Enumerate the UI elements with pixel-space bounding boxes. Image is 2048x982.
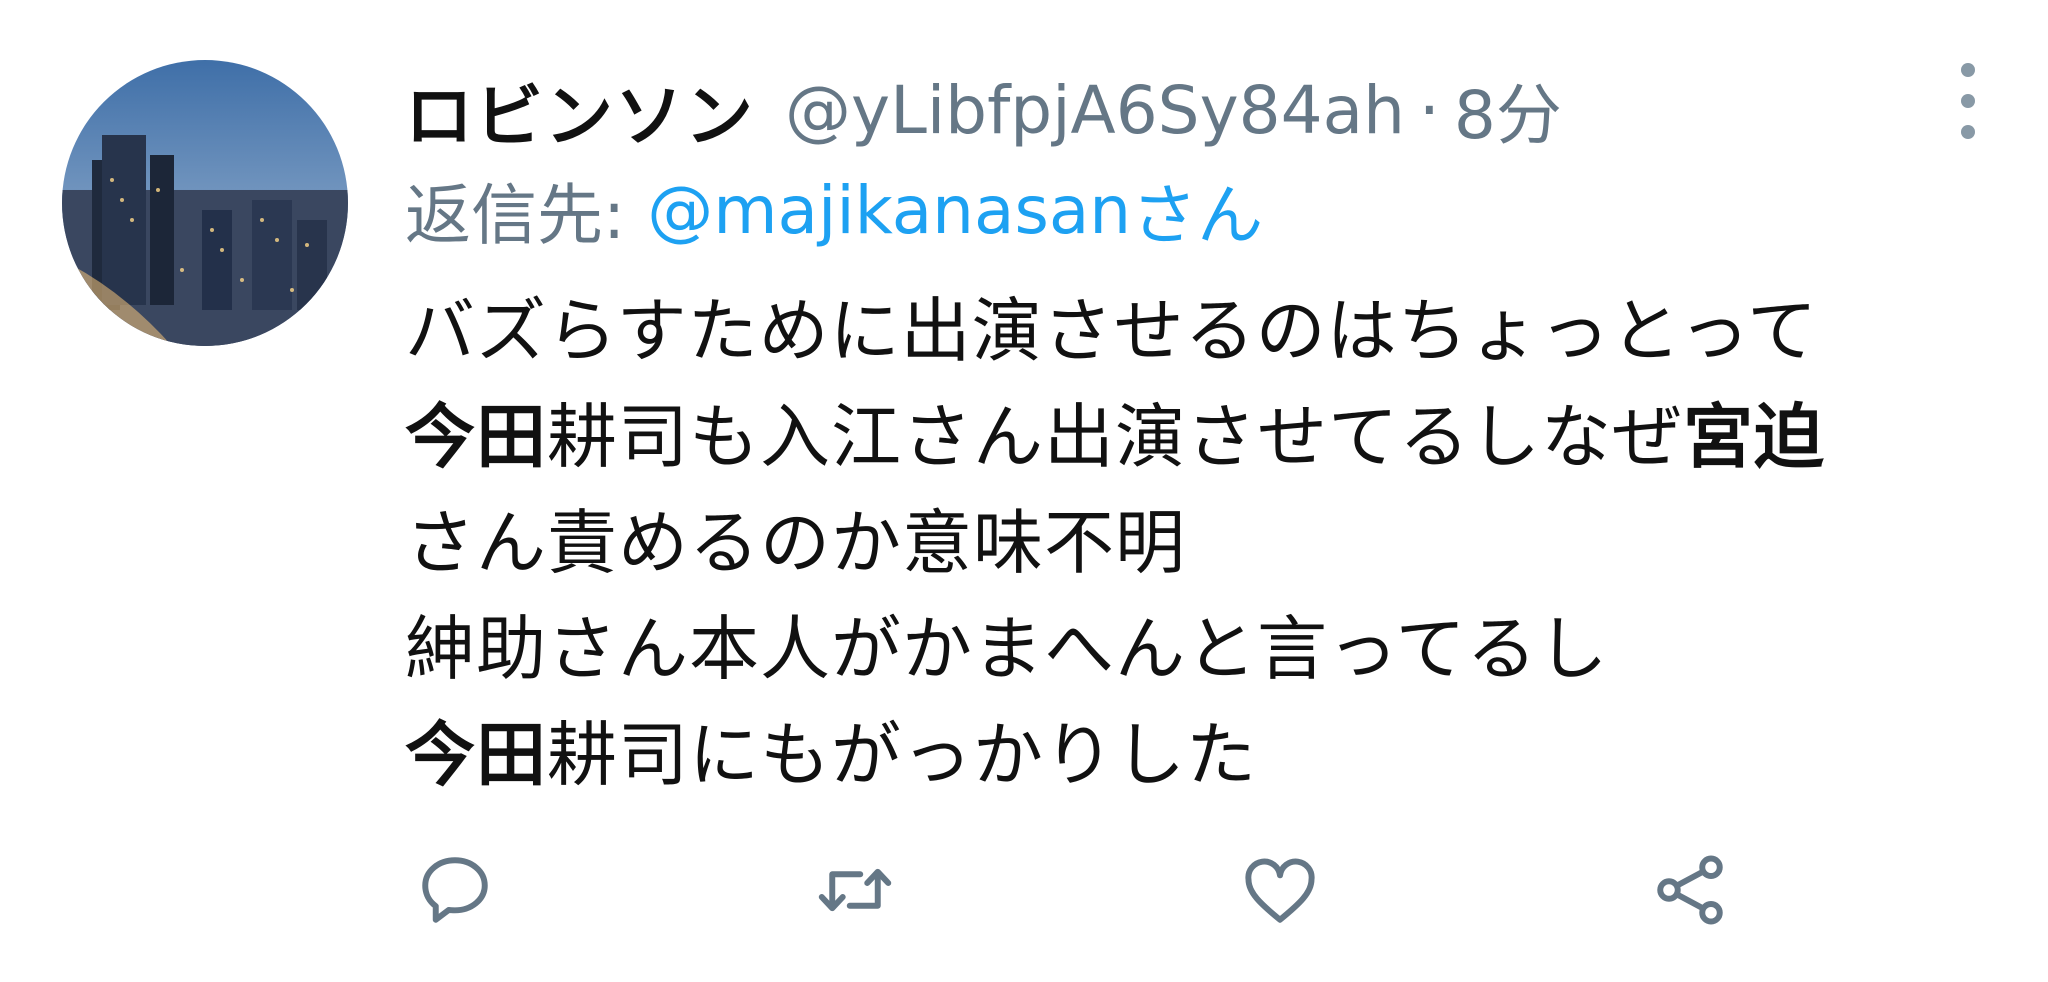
tweet-text: バズらすために出演させるのはちょっとって 今田耕司も入江さん出演させてるしなぜ宮… — [405, 278, 2005, 808]
separator-dot: · — [1418, 71, 1440, 149]
like-button[interactable] — [1230, 840, 1330, 940]
avatar-image — [62, 60, 348, 346]
reply-label: 返信先: — [405, 177, 626, 254]
keyword-highlight: 宮迫 — [1683, 396, 1825, 478]
avatar[interactable] — [62, 60, 348, 346]
reply-icon — [422, 857, 488, 923]
timestamp[interactable]: 8分 — [1454, 62, 1562, 158]
tweet-line-2: 今田耕司も入江さん出演させてるしなぜ宮迫 — [405, 384, 2005, 490]
user-handle[interactable]: @yLibfpjA6Sy84ah — [785, 72, 1405, 149]
reply-suffix: さん — [1131, 177, 1264, 254]
tweet-header: ロビンソン @yLibfpjA6Sy84ah · 8分 — [405, 60, 1562, 160]
more-vertical-icon — [1961, 63, 1975, 139]
reply-context: 返信先: @majikanasan さん — [405, 160, 1263, 260]
keyword-highlight: 今田 — [405, 396, 547, 478]
tweet-line-2-text: 耕司も入江さん出演させてるしなぜ — [547, 396, 1683, 478]
tweet-line-3: さん責めるのか意味不明 — [405, 502, 1186, 584]
more-options-button[interactable] — [1940, 58, 1996, 144]
tweet-line-4: 紳助さん本人がかまへんと言ってるし — [405, 608, 1609, 690]
reply-button[interactable] — [405, 840, 505, 940]
tweet-card: ロビンソン @yLibfpjA6Sy84ah · 8分 返信先: @majika… — [0, 0, 2048, 982]
display-name[interactable]: ロビンソン — [405, 61, 755, 160]
tweet-line-5-text: 耕司にもがっかりした — [547, 714, 1257, 796]
retweet-button[interactable] — [805, 840, 905, 940]
reply-mention-link[interactable]: @majikanasan — [647, 172, 1131, 249]
tweet-line-1: バズらすために出演させるのはちょっとって — [405, 290, 1818, 372]
keyword-highlight: 今田 — [405, 714, 547, 796]
tweet-actions — [405, 840, 1805, 950]
heart-icon — [1245, 858, 1315, 923]
share-button[interactable] — [1640, 840, 1740, 940]
tweet-line-5: 今田耕司にもがっかりした — [405, 702, 2005, 808]
retweet-icon — [818, 868, 892, 912]
share-icon — [1657, 855, 1723, 925]
